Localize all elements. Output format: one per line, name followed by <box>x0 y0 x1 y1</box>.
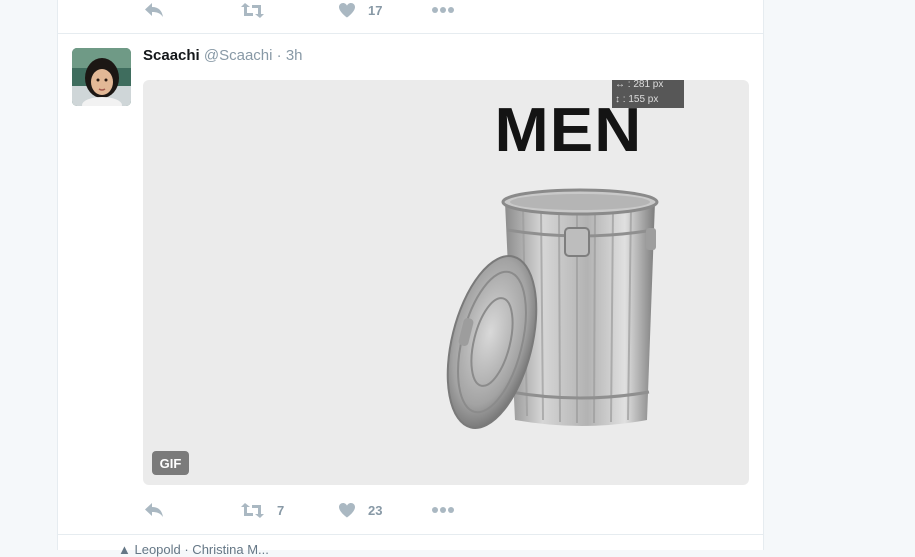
header-separator: · <box>276 47 282 64</box>
like-count: 23 <box>368 502 383 518</box>
previous-tweet-actions: 17 <box>58 0 763 22</box>
tweet-actions: 7 23 <box>58 498 763 522</box>
overlay-line: ↕ : 155 px <box>615 94 659 105</box>
reply-button[interactable] <box>144 0 164 22</box>
timeline-feed: 17 Scaachi @Scaachi · 3h MEN ↔: 281 px … <box>57 0 764 557</box>
more-button[interactable] <box>431 498 455 522</box>
retweet-button[interactable]: 7 <box>240 498 284 522</box>
retweet-icon <box>241 2 264 18</box>
trash-can-image <box>446 80 684 429</box>
reply-icon <box>145 503 163 517</box>
overlay-line: ↔ : 281 px <box>615 80 664 90</box>
tweet-media-gif[interactable]: MEN ↔ : 281 px ↕ : 155 px GIF <box>143 80 749 485</box>
tweet-timestamp[interactable]: 3h <box>286 47 303 64</box>
more-button[interactable] <box>431 0 455 22</box>
retweet-button[interactable] <box>240 0 265 22</box>
avatar[interactable] <box>72 48 131 106</box>
user-handle[interactable]: @Scaachi <box>204 47 273 64</box>
measurement-overlay: ↔ : 281 px ↕ : 155 px <box>615 80 663 107</box>
display-name[interactable]: Scaachi <box>143 47 200 64</box>
heart-icon <box>339 503 355 518</box>
tweet-divider <box>58 534 763 535</box>
like-button[interactable]: 23 <box>338 498 382 522</box>
more-icon <box>432 7 454 13</box>
tweet-header: Scaachi @Scaachi · 3h <box>143 47 303 64</box>
more-icon <box>432 507 454 513</box>
gif-badge: GIF <box>152 451 189 475</box>
tweet-divider <box>58 33 763 34</box>
retweet-count: 7 <box>277 502 285 518</box>
reply-button[interactable] <box>144 498 164 522</box>
reply-icon <box>145 3 163 17</box>
retweet-icon <box>241 502 264 518</box>
avatar-image <box>72 48 131 106</box>
like-count: 17 <box>368 2 383 18</box>
like-button[interactable]: 17 <box>338 0 382 22</box>
heart-icon <box>339 3 355 18</box>
